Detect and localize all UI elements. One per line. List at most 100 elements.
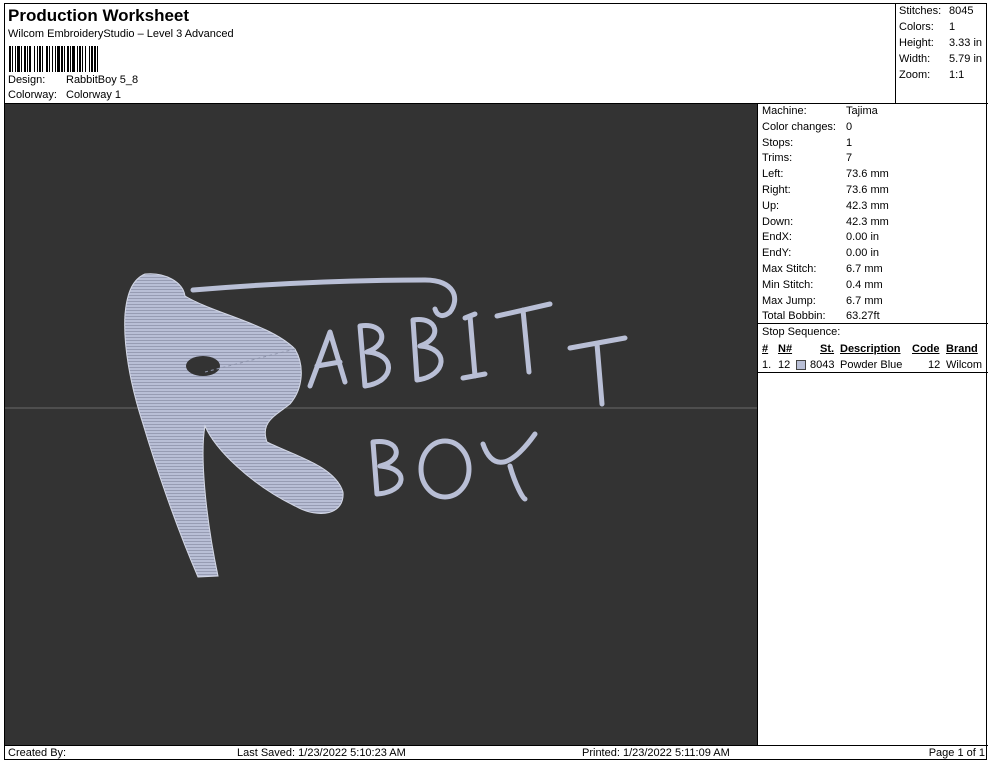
stat-colors: Colors: 1 [899, 21, 955, 33]
property-label: Max Stitch: [762, 263, 817, 275]
color-swatch [796, 360, 806, 370]
property-value: 0.00 in [846, 247, 880, 260]
stat-label: Zoom: [899, 69, 931, 81]
property-label: Trims: [762, 152, 793, 165]
stop-sequence-header: # N# St. Description Code Brand [758, 343, 988, 357]
stat-value: 1:1 [949, 69, 965, 81]
property-row: Right: 73.6 mm [762, 184, 889, 196]
property-label: Total Bobbin: [762, 310, 826, 323]
design-name: RabbitBoy 5_8 [66, 74, 139, 86]
word-abbitt [307, 301, 628, 407]
column-header: Code [912, 343, 940, 355]
stat-height: Height: 3.33 in [899, 37, 982, 49]
property-label: Down: [762, 215, 794, 228]
property-row: Machine: Tajima [762, 105, 878, 117]
ear-swoosh [190, 277, 458, 319]
design-row: Design: RabbitBoy 5_8 [8, 74, 138, 86]
thread-brand: Wilcom [946, 359, 983, 371]
property-value: 1 [846, 136, 853, 149]
property-value: 63.27ft [846, 310, 880, 323]
property-value: 0.00 in [846, 231, 880, 244]
thread-description: Powder Blue [840, 359, 903, 371]
letter-r-eye [186, 356, 220, 376]
stat-zoom: Zoom: 1:1 [899, 69, 964, 81]
embroidery-design-image [5, 273, 757, 578]
property-row: Up: 42.3 mm [762, 200, 889, 212]
property-label: Color changes: [762, 120, 836, 133]
property-row: Total Bobbin: 63.27ft [762, 310, 880, 322]
property-row: Left: 73.6 mm [762, 168, 889, 180]
design-properties-panel: Machine: Tajima Color changes: 0 Stops: 1 Trim… [757, 104, 988, 745]
worksheet-header: Production Worksheet Wilcom EmbroiderySt… [5, 4, 895, 104]
property-value: 42.3 mm [846, 199, 889, 212]
stat-value: 5.79 in [949, 53, 983, 65]
property-label: Min Stitch: [762, 278, 814, 291]
table-row: 1. 12 8043 Powder Blue 12 Wilcom [758, 359, 988, 373]
divider [758, 323, 988, 324]
colorway-name: Colorway 1 [66, 89, 122, 101]
printed-date: Printed: 1/23/2022 5:11:09 AM [582, 747, 730, 759]
column-header: Brand [946, 343, 978, 355]
property-row: Max Stitch: 6.7 mm [762, 263, 883, 275]
design-label: Design: [8, 74, 46, 86]
property-label: Machine: [762, 105, 807, 117]
stop-index: 1. [762, 359, 772, 371]
property-value: 7 [846, 152, 853, 165]
production-worksheet: Production Worksheet Wilcom EmbroiderySt… [4, 3, 988, 761]
property-row: Min Stitch: 0.4 mm [762, 279, 883, 291]
property-label: Max Jump: [762, 294, 816, 307]
property-row: Color changes: 0 [762, 121, 852, 133]
property-value: 42.3 mm [846, 215, 889, 228]
property-row: EndX: 0.00 in [762, 231, 879, 243]
created-by: Created By: [8, 747, 67, 759]
property-label: EndY: [762, 247, 792, 260]
property-value: 0.4 mm [846, 278, 883, 291]
property-label: Left: [762, 168, 784, 181]
design-preview [5, 104, 757, 745]
letter-r-fill [124, 273, 344, 578]
stat-label: Colors: [899, 21, 934, 33]
property-value: 73.6 mm [846, 184, 889, 196]
column-header: # [762, 343, 769, 355]
stat-value: 3.33 in [949, 37, 983, 49]
stop-sequence-title: Stop Sequence: [762, 326, 841, 338]
property-value: 6.7 mm [846, 263, 883, 275]
stat-label: Stitches: [899, 5, 942, 17]
property-value: Tajima [846, 105, 878, 117]
stat-stitches: Stitches: 8045 [899, 5, 973, 17]
page-number: Page 1 of 1 [928, 747, 985, 759]
property-row: Down: 42.3 mm [762, 216, 889, 228]
word-boy [370, 431, 538, 502]
barcode-bar [98, 46, 100, 72]
stitch-count: 8043 [810, 359, 835, 371]
barcode [9, 46, 194, 72]
stat-label: Height: [899, 37, 934, 49]
column-header: Description [840, 343, 901, 355]
property-label: Stops: [762, 136, 794, 149]
property-value: 0 [846, 120, 853, 133]
property-label: Up: [762, 199, 780, 212]
page-title: Production Worksheet [8, 6, 190, 25]
stat-width: Width: 5.79 in [899, 53, 982, 65]
property-label: EndX: [762, 231, 792, 244]
worksheet-footer: Created By: Last Saved: 1/23/2022 5:10:2… [5, 745, 988, 761]
needle-number: 12 [778, 359, 791, 371]
column-header: N# [778, 343, 793, 355]
property-row: Trims: 7 [762, 152, 852, 164]
thread-code: 12 [928, 359, 941, 371]
stats-box: Stitches: 8045 Colors: 1 Height: 3.33 in Wi… [895, 4, 988, 104]
property-row: Stops: 1 [762, 137, 852, 149]
property-row: EndY: 0.00 in [762, 247, 879, 259]
stat-value: 8045 [949, 5, 974, 17]
stat-label: Width: [899, 53, 931, 65]
last-saved: Last Saved: 1/23/2022 5:10:23 AM [237, 747, 406, 759]
stat-value: 1 [949, 21, 956, 33]
property-value: 73.6 mm [846, 168, 889, 181]
property-row: Max Jump: 6.7 mm [762, 295, 883, 307]
property-label: Right: [762, 184, 791, 196]
divider [758, 372, 988, 373]
property-value: 6.7 mm [846, 294, 883, 307]
column-header: St. [820, 343, 835, 355]
colorway-label: Colorway: [8, 89, 57, 101]
software-subtitle: Wilcom EmbroideryStudio – Level 3 Advanc… [8, 28, 234, 40]
